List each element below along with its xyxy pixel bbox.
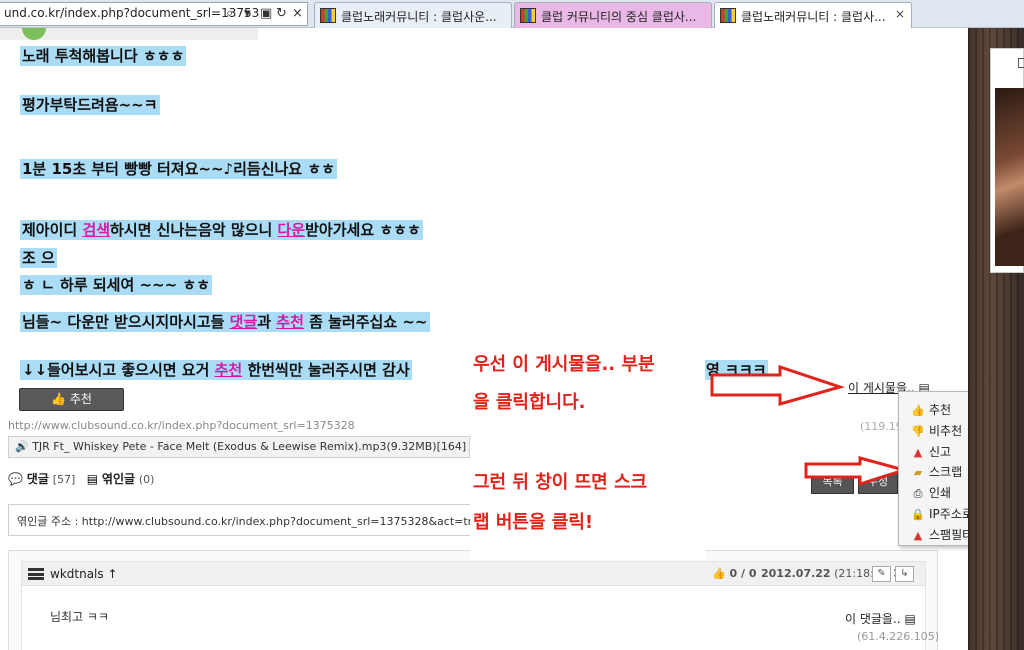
tab-close-icon[interactable]: ×: [895, 7, 905, 21]
post-line: 노래 투척해봅니다 ㅎㅎㅎ: [20, 46, 187, 66]
attachment-icon: 🔊: [15, 440, 29, 453]
comment-item: wkdtnals ↑ 👍 0 / 0 2012.07.22 (21:18:00)…: [21, 561, 926, 650]
comment-icon: 💬: [8, 472, 23, 486]
document-url[interactable]: http://www.clubsound.co.kr/index.php?doc…: [8, 419, 355, 432]
menu-item-scrap[interactable]: ▰ 스크랩: [911, 463, 962, 480]
tab-trackback[interactable]: 엮인글: [102, 472, 135, 486]
comment-link[interactable]: 댓글: [230, 313, 258, 331]
siren-icon: ▲: [913, 446, 923, 459]
close-icon[interactable]: ×: [292, 6, 303, 22]
tab-2-label: 클럽 커뮤니티의 중심 클럽사...: [541, 10, 697, 24]
thumbs-up-icon: 👍: [911, 404, 925, 417]
favicon-icon: [720, 8, 736, 23]
comment-header: wkdtnals ↑ 👍 0 / 0 2012.07.22 (21:18:00)…: [22, 562, 925, 586]
search-icon[interactable]: ⌕: [226, 6, 233, 22]
browser-toolbar: und.co.kr/index.php?document_srl=13753 ⌕…: [0, 0, 1024, 28]
list-button[interactable]: 목록: [811, 469, 854, 494]
trackback-count: (0): [138, 473, 155, 486]
banner-icon: [1018, 58, 1024, 68]
annotation-line: 우선 이 게시물을.. 부분: [473, 354, 655, 375]
tab-2[interactable]: 클럽 커뮤니티의 중심 클럽사...: [514, 2, 712, 28]
comment-ip: (61.4.226.105): [857, 630, 940, 643]
post-line-tail: 영 ㅋㅋㅋ: [704, 360, 769, 380]
post-line: 1분 15초 부터 빵빵 터져요~~♪리듬신나요 ㅎㅎ: [20, 159, 337, 179]
recommend-button-label: 추천: [69, 392, 92, 406]
recommend-link[interactable]: 추천: [276, 313, 304, 331]
comment-author[interactable]: wkdtnals ↑: [50, 567, 118, 581]
menu-item-report[interactable]: ▲ 신고: [911, 443, 951, 460]
post-line: 평가부탁드려욤~~ㅋ: [20, 95, 160, 115]
comment-vote[interactable]: 👍 0 / 0: [712, 567, 757, 580]
recommend-button[interactable]: 👍 추천: [19, 388, 124, 411]
address-bar[interactable]: und.co.kr/index.php?document_srl=13753 ⌕…: [0, 2, 308, 26]
post-line: ㅎ ㄴ 하루 되세여 ~~~ ㅎㅎ: [20, 275, 213, 295]
folder-icon: ▰: [913, 466, 923, 479]
comment-count: [57]: [52, 473, 76, 486]
post-line: 제아이디 검색하시면 신나는음악 많으니 다운받아가세요 ㅎㅎㅎ: [20, 220, 423, 240]
lock-icon: 🔒: [911, 508, 925, 521]
thumbs-down-icon: 👎: [911, 425, 925, 438]
arrow-up-icon: ↑: [107, 567, 118, 581]
trackback-icon: ▤: [86, 472, 99, 486]
printer-icon: ⎙: [913, 487, 923, 500]
edit-button[interactable]: 수정: [858, 469, 898, 494]
thumbs-up-icon: 👍: [51, 392, 67, 406]
comment-tabs: 💬 댓글 [57] ▤ 엮인글 (0): [8, 470, 154, 487]
address-bar-url[interactable]: und.co.kr/index.php?document_srl=13753: [4, 6, 259, 20]
attachment-link[interactable]: 🔊 TJR Ft_ Whiskey Pete - Face Melt (Exod…: [8, 436, 470, 458]
edit-icon[interactable]: ✎: [872, 566, 891, 582]
favicon-icon: [520, 8, 536, 23]
annotation-line: 을 클릭합니다.: [473, 392, 586, 413]
menu-item-recommend[interactable]: 👍 추천: [911, 401, 951, 418]
download-link[interactable]: 다운: [278, 221, 306, 239]
reply-icon[interactable]: ↳: [895, 566, 914, 582]
favicon-icon: [320, 8, 336, 23]
post-line: 조 으: [20, 248, 57, 268]
annotation-line: 랩 버튼을 클릭!: [473, 512, 594, 533]
tab-3-label: 클럽노래커뮤니티 : 클럽사...: [741, 10, 886, 24]
document-icon: ▤: [904, 612, 916, 626]
recommend-link[interactable]: 추천: [215, 361, 243, 379]
siren-icon: ▲: [913, 529, 923, 542]
menu-item-not-recommend[interactable]: 👎 비추천: [911, 422, 962, 439]
refresh-icon[interactable]: ↻: [276, 6, 287, 22]
tab-1-label: 클럽노래커뮤니티 : 클럽사운...: [341, 10, 497, 24]
post-line: 님들~ 다운만 받으시지마시고들 댓글과 추천 좀 눌러주십쇼 ~~: [20, 312, 430, 332]
menu-icon[interactable]: [28, 568, 44, 580]
author-ip: (119.19: [860, 420, 903, 433]
menu-item-print[interactable]: ⎙ 인쇄: [911, 484, 952, 501]
tutorial-annotation: 우선 이 게시물을.. 부분 을 클릭합니다. 그런 뒤 창이 뜨면 스크 랩 …: [470, 338, 705, 560]
compat-view-icon[interactable]: ▣: [260, 6, 272, 22]
site-logo: [0, 28, 258, 40]
annotation-line: 그런 뒤 창이 뜨면 스크: [473, 472, 648, 493]
thumbs-up-icon: 👍: [712, 567, 726, 580]
post-line: ↓↓들어보시고 좋으시면 요거 추천 한번씩만 눌러주시면 감사: [20, 360, 412, 380]
dropdown-icon[interactable]: ▾: [244, 6, 251, 22]
comment-list: wkdtnals ↑ 👍 0 / 0 2012.07.22 (21:18:00)…: [8, 550, 938, 650]
comment-body: 님최고 ㅋㅋ: [50, 610, 110, 624]
search-link[interactable]: 검색: [82, 221, 110, 239]
banner-image[interactable]: [995, 88, 1024, 266]
comment-scrap-link[interactable]: 이 댓글을.. ▤: [845, 610, 916, 627]
trackback-url[interactable]: 엮인글 주소 : http://www.clubsound.co.kr/inde…: [8, 504, 478, 536]
tab-3-active[interactable]: 클럽노래커뮤니티 : 클럽사... ×: [714, 2, 912, 28]
tab-comments[interactable]: 댓글: [27, 472, 49, 486]
tab-1[interactable]: 클럽노래커뮤니티 : 클럽사운...: [314, 2, 512, 28]
